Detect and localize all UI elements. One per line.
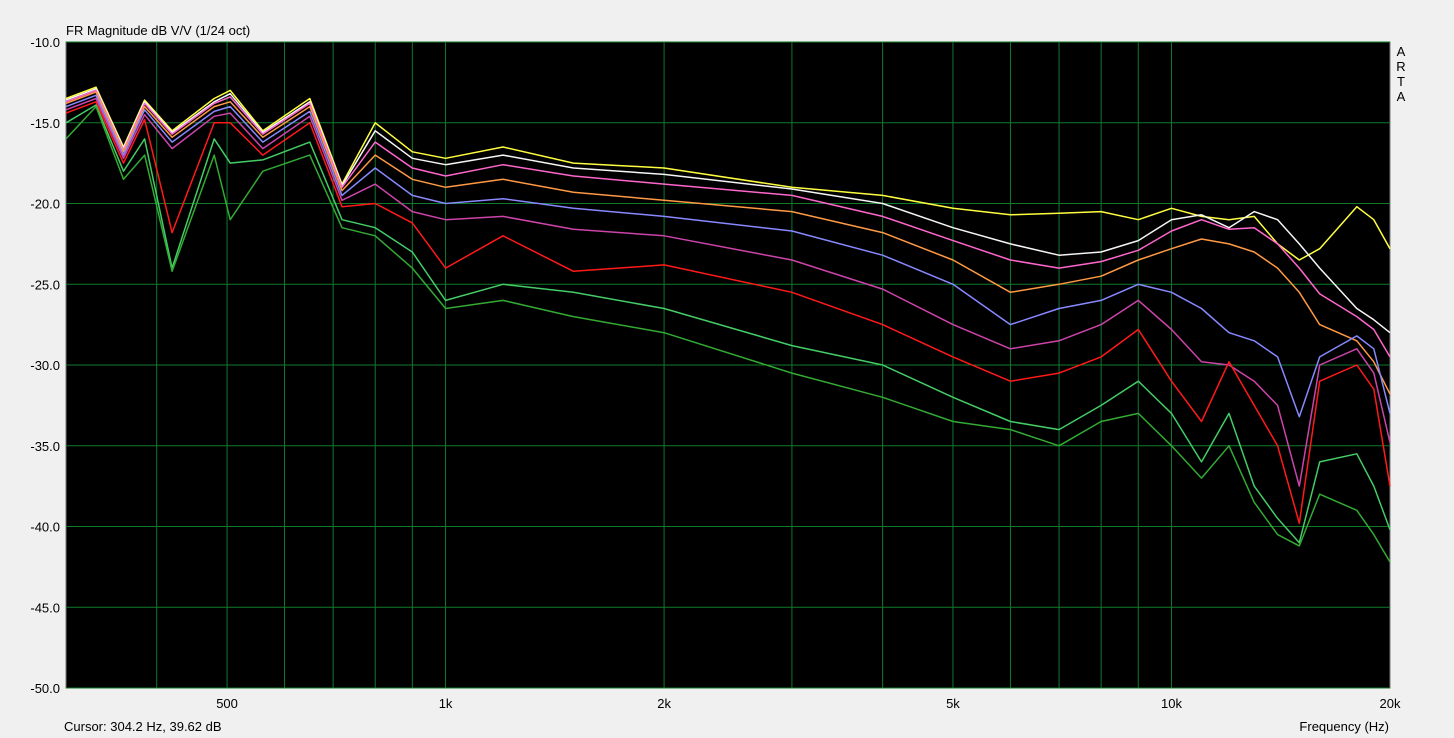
x-tick-label: 500	[216, 696, 238, 711]
y-tick-label: -15.0	[30, 116, 60, 131]
logo-letter: A	[1397, 89, 1406, 104]
x-tick-label: 5k	[946, 696, 960, 711]
frequency-response-chart: -10.0 -15.0 -20.0 -25.0 -30.0 -35.0 -40.0 -45.0…	[30, 23, 1405, 734]
logo-letter: R	[1396, 59, 1405, 74]
arta-logo: ARTA	[1396, 44, 1405, 104]
y-tick-labels: -10.0 -15.0 -20.0 -25.0 -30.0 -35.0 -40.0 -45.0…	[30, 35, 60, 696]
logo-letter: T	[1397, 74, 1405, 89]
y-tick-label: -40.0	[30, 520, 60, 535]
x-tick-label: 20k	[1380, 696, 1401, 711]
y-tick-label: -10.0	[30, 35, 60, 50]
y-tick-label: -35.0	[30, 439, 60, 454]
y-tick-label: -25.0	[30, 277, 60, 292]
x-tick-label: 2k	[657, 696, 671, 711]
x-tick-label: 10k	[1161, 696, 1182, 711]
x-axis-label: Frequency (Hz)	[1299, 719, 1389, 734]
y-tick-label: -20.0	[30, 197, 60, 212]
x-tick-labels: 500 1k 2k 5k 10k 20k	[216, 696, 1401, 711]
chart-title: FR Magnitude dB V/V (1/24 oct)	[66, 23, 250, 38]
y-tick-label: -30.0	[30, 358, 60, 373]
y-tick-label: -50.0	[30, 681, 60, 696]
y-tick-label: -45.0	[30, 600, 60, 615]
x-tick-label: 1k	[439, 696, 453, 711]
logo-letter: A	[1397, 44, 1406, 59]
cursor-readout: Cursor: 304.2 Hz, 39.62 dB	[64, 719, 222, 734]
